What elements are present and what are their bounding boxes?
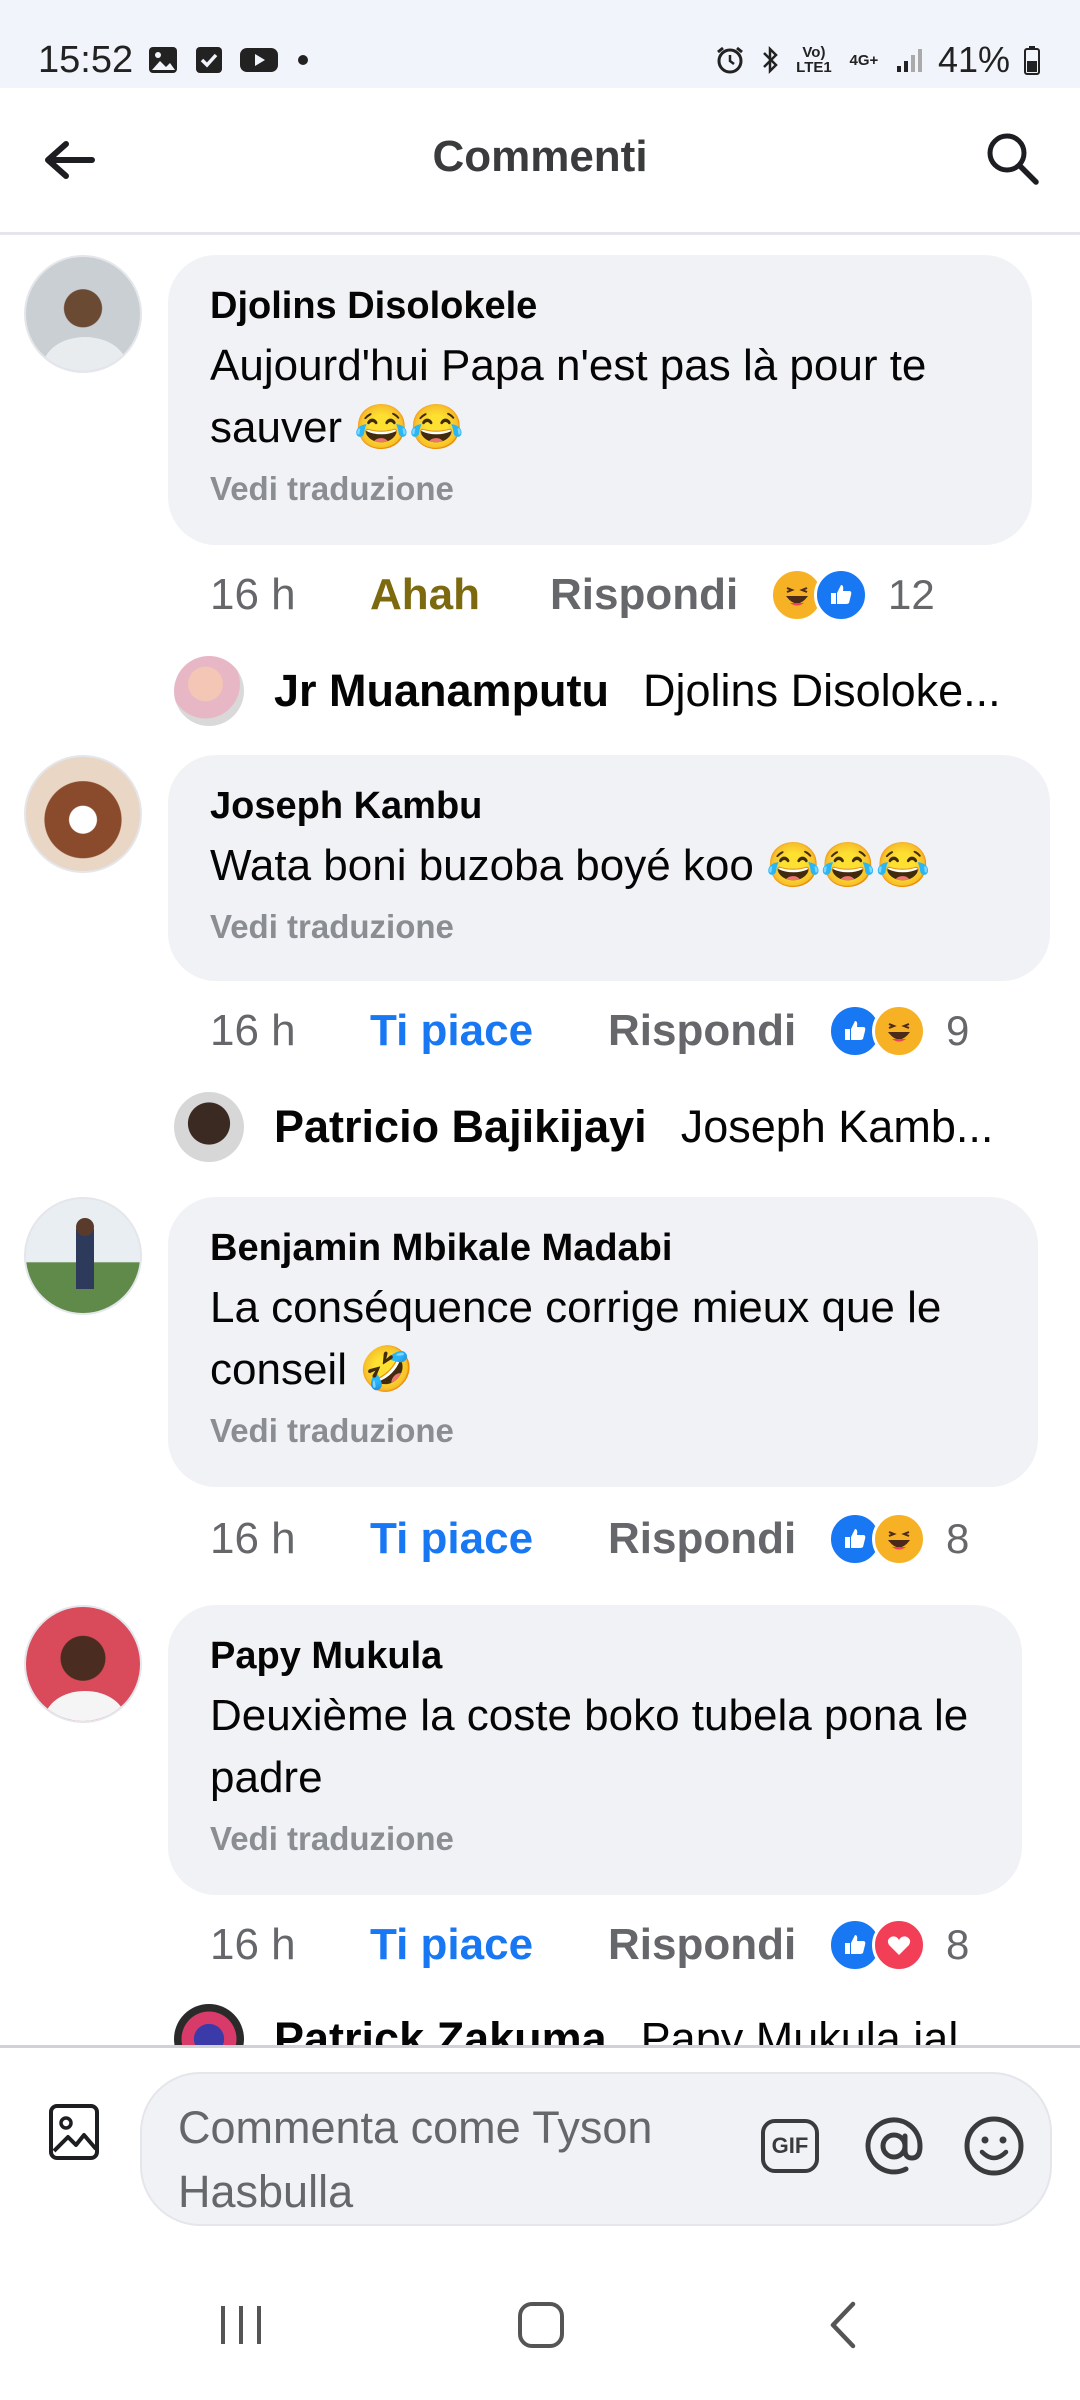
comment-composer-bar: Commenta come Tyson Hasbulla GIF bbox=[0, 2045, 1080, 2238]
status-right: Vo) LTE1 4G+ 41% bbox=[714, 34, 1042, 86]
comment-bubble[interactable]: Papy Mukula Deuxième la coste boko tubel… bbox=[168, 1605, 1022, 1895]
avatar[interactable] bbox=[24, 755, 142, 873]
reply-avatar bbox=[174, 656, 244, 726]
reaction-summary[interactable]: 8 bbox=[828, 1918, 969, 1972]
like-button[interactable]: Ti piace bbox=[370, 1514, 608, 1564]
back-nav-button[interactable] bbox=[808, 2290, 878, 2360]
avatar[interactable] bbox=[24, 1197, 142, 1315]
search-icon bbox=[987, 133, 1039, 185]
comment-text: La conséquence corrige mieux que le cons… bbox=[210, 1283, 942, 1394]
comment-bubble[interactable]: Benjamin Mbikale Madabi La conséquence c… bbox=[168, 1197, 1038, 1487]
reply-author: Jr Muanamputu bbox=[274, 665, 610, 716]
comments-feed[interactable]: Djolins Disolokele Aujourd'hui Papa n'es… bbox=[0, 235, 1080, 2045]
status-time: 15:52 bbox=[38, 38, 134, 81]
reaction-count: 8 bbox=[946, 1515, 970, 1562]
comment-actions: 16 h Ti piace Rispondi 8 bbox=[210, 1915, 969, 1975]
reaction-summary[interactable]: 8 bbox=[828, 1512, 969, 1566]
like-button[interactable]: Ti piace bbox=[370, 1920, 608, 1970]
reply-snippet: Joseph Kamb... bbox=[680, 1101, 994, 1152]
reply-avatar bbox=[174, 1092, 244, 1162]
comment-time: 16 h bbox=[210, 1514, 296, 1563]
see-translation-link[interactable]: Vedi traduzione bbox=[210, 905, 1008, 949]
smiley-icon bbox=[964, 2116, 1024, 2176]
signal-icon bbox=[894, 45, 926, 75]
haha-reaction-icon bbox=[872, 1512, 926, 1566]
avatar[interactable] bbox=[24, 1605, 142, 1723]
reply-snippet: Papy Mukula ial... bbox=[640, 2013, 996, 2045]
search-button[interactable] bbox=[980, 126, 1044, 190]
comment-bubble[interactable]: Djolins Disolokele Aujourd'hui Papa n'es… bbox=[168, 255, 1032, 545]
comment-author[interactable]: Papy Mukula bbox=[210, 1631, 980, 1681]
reply-author: Patricio Bajikijayi bbox=[274, 1101, 647, 1152]
see-translation-link[interactable]: Vedi traduzione bbox=[210, 1817, 980, 1861]
reply-preview[interactable]: Jr Muanamputu Djolins Disoloke... bbox=[174, 655, 1001, 727]
comment-actions: 16 h Ti piace Rispondi 8 bbox=[210, 1509, 969, 1569]
comment-text: Deuxième la coste boko tubela pona le pa… bbox=[210, 1691, 969, 1802]
recent-apps-button[interactable] bbox=[206, 2290, 276, 2360]
recent-apps-icon bbox=[221, 2306, 261, 2344]
emoji-button[interactable] bbox=[960, 2112, 1028, 2180]
love-reaction-icon bbox=[872, 1918, 926, 1972]
reply-preview[interactable]: Patrick Zakuma Papy Mukula ial... bbox=[174, 2003, 996, 2045]
reaction-count: 9 bbox=[946, 1007, 970, 1054]
alarm-icon bbox=[714, 45, 746, 75]
reaction-summary[interactable]: 12 bbox=[770, 568, 935, 622]
gif-button[interactable]: GIF bbox=[760, 2116, 820, 2176]
avatar[interactable] bbox=[24, 255, 142, 373]
home-button[interactable] bbox=[506, 2290, 576, 2360]
reply-avatar bbox=[174, 2004, 244, 2045]
reply-preview[interactable]: Patricio Bajikijayi Joseph Kamb... bbox=[174, 1091, 993, 1163]
reply-button[interactable]: Rispondi bbox=[608, 1920, 828, 1970]
status-left: 15:52 bbox=[38, 34, 313, 86]
photo-icon bbox=[49, 2104, 99, 2160]
comment-author[interactable]: Benjamin Mbikale Madabi bbox=[210, 1223, 996, 1273]
gallery-icon bbox=[147, 45, 179, 75]
battery-percent: 41% bbox=[937, 39, 1010, 80]
comment-time: 16 h bbox=[210, 570, 296, 619]
page-title: Commenti bbox=[432, 132, 648, 181]
gif-label: GIF bbox=[771, 2133, 809, 2158]
4g-icon: 4G+ bbox=[849, 51, 879, 69]
comment-actions: 16 h Ti piace Rispondi 9 bbox=[210, 1001, 969, 1061]
comment-bubble[interactable]: Joseph Kambu Wata boni buzoba boyé koo 😂… bbox=[168, 755, 1050, 981]
home-icon bbox=[518, 2302, 564, 2348]
add-photo-button[interactable] bbox=[44, 2100, 104, 2164]
comment-time: 16 h bbox=[210, 1006, 296, 1055]
checkbox-icon bbox=[193, 45, 225, 75]
youtube-icon bbox=[239, 45, 279, 75]
like-button[interactable]: Ti piace bbox=[370, 1006, 608, 1056]
like-reaction-icon bbox=[814, 568, 868, 622]
see-translation-link[interactable]: Vedi traduzione bbox=[210, 467, 990, 511]
status-bar: 15:52 Vo) LTE1 4G+ 41% bbox=[0, 0, 1080, 88]
comment-input[interactable]: Commenta come Tyson Hasbulla GIF bbox=[140, 2072, 1052, 2226]
volte-icon: Vo) LTE1 bbox=[796, 44, 832, 76]
reply-button[interactable]: Rispondi bbox=[608, 1514, 828, 1564]
comment-time: 16 h bbox=[210, 1920, 296, 1969]
at-sign-icon bbox=[865, 2117, 923, 2175]
haha-reaction-icon bbox=[872, 1004, 926, 1058]
comment-author[interactable]: Joseph Kambu bbox=[210, 781, 1008, 831]
reply-author: Patrick Zakuma bbox=[274, 2013, 607, 2045]
comment-author[interactable]: Djolins Disolokele bbox=[210, 281, 990, 331]
reaction-summary[interactable]: 9 bbox=[828, 1004, 969, 1058]
reply-button[interactable]: Rispondi bbox=[608, 1006, 828, 1056]
dot-icon bbox=[293, 45, 313, 75]
reaction-count: 12 bbox=[888, 571, 935, 618]
see-translation-link[interactable]: Vedi traduzione bbox=[210, 1409, 996, 1453]
reaction-button[interactable]: Ahah bbox=[370, 570, 550, 620]
header: Commenti bbox=[0, 88, 1080, 235]
comment-input-placeholder: Commenta come Tyson Hasbulla bbox=[178, 2102, 653, 2217]
chevron-left-icon bbox=[830, 2301, 856, 2349]
reply-snippet: Djolins Disoloke... bbox=[643, 665, 1001, 716]
mention-button[interactable] bbox=[860, 2112, 928, 2180]
reaction-count: 8 bbox=[946, 1921, 970, 1968]
bluetooth-icon bbox=[758, 45, 782, 75]
comment-actions: 16 h Ahah Rispondi 12 bbox=[210, 565, 935, 625]
comment-text: Aujourd'hui Papa n'est pas là pour te sa… bbox=[210, 341, 927, 452]
reply-button[interactable]: Rispondi bbox=[550, 570, 770, 620]
battery-icon bbox=[1022, 45, 1042, 75]
comment-text: Wata boni buzoba boyé koo 😂😂😂 bbox=[210, 841, 931, 890]
system-nav-bar bbox=[0, 2235, 1080, 2400]
